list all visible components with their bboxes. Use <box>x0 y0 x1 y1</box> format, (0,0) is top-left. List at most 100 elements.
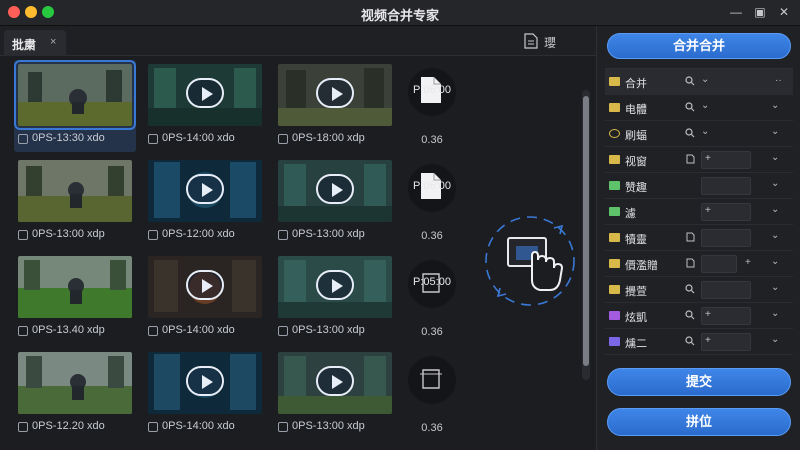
video-item[interactable]: 0PS-14:00 xdo <box>148 352 268 438</box>
play-icon[interactable] <box>316 78 354 108</box>
file-item[interactable]: P:06:00 0.36 <box>404 160 460 246</box>
folder-icon <box>609 259 620 268</box>
file-item[interactable]: P:05:00 0.36 <box>404 256 460 342</box>
select-checkbox[interactable] <box>278 422 288 432</box>
video-thumbnail[interactable] <box>18 352 132 414</box>
search-icon[interactable] <box>685 102 695 112</box>
field-value: + <box>705 153 711 164</box>
list-item[interactable]: 攪萱 ⌄ <box>605 277 793 303</box>
close-icon[interactable]: ✕ <box>776 4 792 20</box>
video-item[interactable]: 0PS-14:00 xdo <box>148 64 268 150</box>
video-item[interactable]: 0PS-12.20 xdo <box>18 352 138 438</box>
chevron-down-icon[interactable]: ⌄ <box>771 126 779 137</box>
select-checkbox[interactable] <box>148 422 158 432</box>
select-checkbox[interactable] <box>18 326 28 336</box>
tab-label: 批粛 <box>12 38 37 52</box>
play-icon[interactable] <box>186 78 224 108</box>
add-icon[interactable]: + <box>745 257 751 268</box>
list-item[interactable]: 电體 ⌄ ⌄ <box>605 95 793 121</box>
video-thumbnail[interactable] <box>18 256 132 318</box>
chevron-down-icon[interactable]: ⌄ <box>771 100 779 111</box>
chevron-down-icon[interactable]: ⌄ <box>771 204 779 215</box>
chevron-down-icon[interactable]: ⌄ <box>701 126 709 137</box>
reset-button[interactable]: 拼位 <box>607 408 791 436</box>
list-item[interactable]: 價濫贈 + ⌄ <box>605 251 793 277</box>
chevron-down-icon[interactable]: ⌄ <box>771 308 779 319</box>
chevron-down-icon[interactable]: ⌄ <box>701 74 709 85</box>
list-item[interactable]: 赞趣 ⌄ <box>605 173 793 199</box>
video-item[interactable]: 0PS-14:00 xdo <box>148 256 268 342</box>
video-label: 0PS-18:00 xdp <box>292 132 365 144</box>
play-icon[interactable] <box>316 270 354 300</box>
select-checkbox[interactable] <box>278 326 288 336</box>
video-item[interactable]: 0PS-18:00 xdp <box>278 64 398 150</box>
play-icon[interactable] <box>186 366 224 396</box>
chevron-down-icon[interactable]: ⌄ <box>771 178 779 189</box>
search-icon[interactable] <box>685 310 695 320</box>
merge-button[interactable]: 合并合并 <box>607 33 791 59</box>
tab-batch[interactable]: 批粛 × <box>4 30 66 56</box>
search-icon[interactable] <box>685 336 695 346</box>
play-icon[interactable] <box>316 174 354 204</box>
select-checkbox[interactable] <box>278 134 288 144</box>
file-duration: P:06:00 <box>413 84 451 96</box>
file-size: 0.36 <box>421 230 443 242</box>
play-icon[interactable] <box>186 174 224 204</box>
video-thumbnail[interactable] <box>14 60 136 130</box>
list-item[interactable]: 视窗 + ⌄ <box>605 147 793 173</box>
list-item[interactable]: 合并 ⌄ ·· <box>605 69 793 95</box>
minimize-icon[interactable]: — <box>728 4 744 20</box>
select-checkbox[interactable] <box>148 326 158 336</box>
chevron-down-icon[interactable]: ⌄ <box>701 100 709 111</box>
list-item[interactable]: 刷蝠 ⌄ ⌄ <box>605 121 793 147</box>
file-icon[interactable] <box>685 232 695 242</box>
toolbar-label[interactable]: 瓔 <box>544 34 556 51</box>
select-checkbox[interactable] <box>18 134 28 144</box>
value-field[interactable] <box>701 229 751 247</box>
chevron-down-icon[interactable]: ⌄ <box>771 152 779 163</box>
video-item[interactable]: 0PS-13:00 xdp <box>18 160 138 246</box>
chevron-down-icon[interactable]: ⌄ <box>771 334 779 345</box>
video-item[interactable]: 0PS-13:00 xdp <box>278 352 398 438</box>
value-field[interactable] <box>701 281 751 299</box>
chevron-down-icon[interactable]: ⌄ <box>771 282 779 293</box>
tab-close-icon[interactable]: × <box>50 36 56 48</box>
submit-button[interactable]: 提交 <box>607 368 791 396</box>
file-item[interactable]: P:06:00 0.36 <box>404 64 460 150</box>
search-icon[interactable] <box>685 76 695 86</box>
video-item[interactable]: 0PS-13:00 xdp <box>278 160 398 246</box>
list-item[interactable]: 燻二 + ⌄ <box>605 329 793 355</box>
select-checkbox[interactable] <box>18 230 28 240</box>
search-icon[interactable] <box>685 284 695 294</box>
video-item[interactable]: 0PS-13:00 xdp <box>278 256 398 342</box>
list-item[interactable]: 炫凱 + ⌄ <box>605 303 793 329</box>
select-checkbox[interactable] <box>278 230 288 240</box>
video-item[interactable]: 0PS-12:00 xdo <box>148 160 268 246</box>
file-item[interactable]: 0.36 <box>404 352 460 438</box>
search-icon[interactable] <box>685 128 695 138</box>
value-field[interactable] <box>701 255 737 273</box>
video-item[interactable]: 0PS-13.40 xdp <box>18 256 138 342</box>
document-icon[interactable] <box>524 33 538 49</box>
chevron-down-icon[interactable]: ⌄ <box>771 230 779 241</box>
grid-scrollbar[interactable] <box>582 90 590 380</box>
file-icon[interactable] <box>685 258 695 268</box>
list-item[interactable]: 犢靈 ⌄ <box>605 225 793 251</box>
media-icon <box>609 337 620 346</box>
scroll-thumb[interactable] <box>583 96 589 366</box>
video-thumbnail[interactable] <box>18 160 132 222</box>
file-size: 0.36 <box>421 422 443 434</box>
play-icon[interactable] <box>186 270 224 300</box>
field-value: + <box>705 205 711 216</box>
file-icon[interactable] <box>685 154 695 164</box>
select-checkbox[interactable] <box>148 134 158 144</box>
list-item[interactable]: 濾 + ⌄ <box>605 199 793 225</box>
play-icon[interactable] <box>316 366 354 396</box>
maximize-icon[interactable]: ▣ <box>752 4 768 20</box>
more-icon[interactable]: ·· <box>775 75 782 86</box>
select-checkbox[interactable] <box>18 422 28 432</box>
chevron-down-icon[interactable]: ⌄ <box>771 256 779 267</box>
select-checkbox[interactable] <box>148 230 158 240</box>
video-item[interactable]: 0PS-13:30 xdo <box>14 60 138 152</box>
value-field[interactable] <box>701 177 751 195</box>
